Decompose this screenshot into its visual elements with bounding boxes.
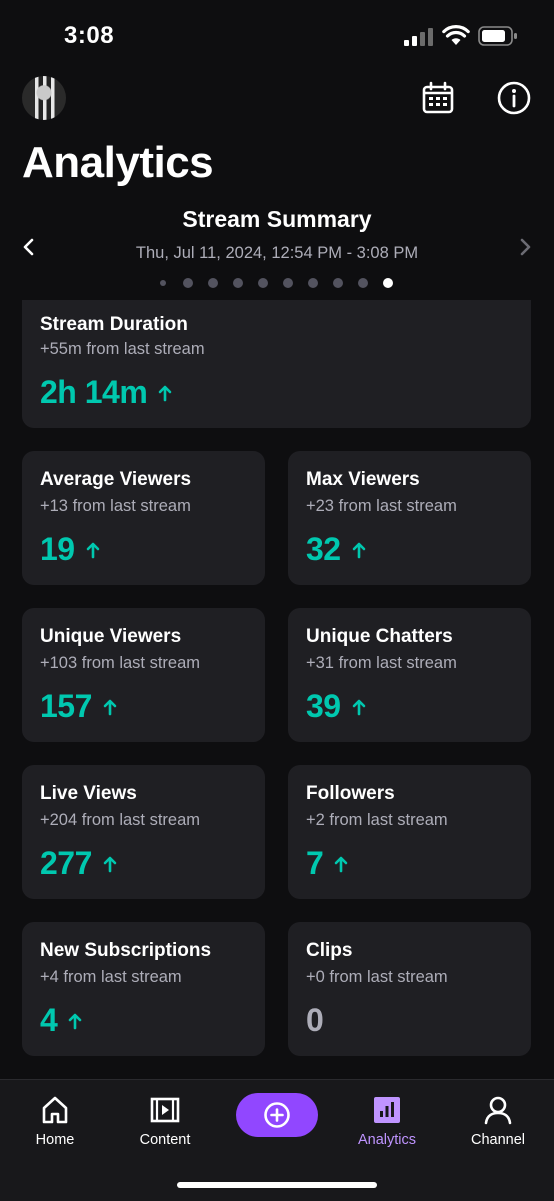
- card-subtitle: +4 from last stream: [40, 968, 182, 986]
- card-value: 0: [306, 1002, 324, 1039]
- nav-channel[interactable]: Channel: [448, 1094, 548, 1148]
- nav-label: Content: [139, 1132, 191, 1148]
- nav-analytics[interactable]: Analytics: [337, 1094, 437, 1148]
- page-dot[interactable]: [283, 278, 293, 288]
- status-time: 3:08: [64, 22, 115, 49]
- average-viewers-card: Average Viewers +13 from last stream 19: [22, 451, 265, 585]
- unique-chatters-card: Unique Chatters +31 from last stream 39: [288, 608, 531, 742]
- card-subtitle: +204 from last stream: [40, 811, 201, 829]
- calendar-icon[interactable]: [420, 80, 456, 116]
- page-title: Analytics: [22, 138, 214, 187]
- value-number: 277: [40, 845, 92, 881]
- page-dot[interactable]: [233, 278, 243, 288]
- plus-circle-icon: [264, 1102, 290, 1128]
- arrow-up-icon: [103, 699, 117, 715]
- signal-icon: [404, 28, 433, 46]
- info-icon[interactable]: [496, 80, 532, 116]
- card-subtitle: +31 from last stream: [306, 654, 457, 672]
- arrow-up-icon: [158, 385, 172, 401]
- chevron-left-icon[interactable]: [18, 234, 40, 260]
- avatar[interactable]: [22, 76, 66, 120]
- arrow-up-icon: [103, 856, 117, 872]
- card-subtitle: +2 from last stream: [306, 811, 448, 829]
- unique-viewers-card: Unique Viewers +103 from last stream 157: [22, 608, 265, 742]
- nav-label: Analytics: [357, 1132, 417, 1148]
- nav-home[interactable]: Home: [5, 1094, 105, 1148]
- value-number: 2h 14m: [40, 374, 148, 410]
- home-indicator[interactable]: [177, 1182, 377, 1188]
- summary-title: Stream Summary: [182, 206, 372, 232]
- card-title: Stream Duration: [40, 314, 188, 335]
- value-number: 0: [306, 1002, 324, 1038]
- stream-duration-card: Stream Duration +55m from last stream 2h…: [22, 300, 531, 428]
- value-number: 32: [306, 531, 341, 567]
- card-title: Unique Chatters: [306, 626, 453, 647]
- page-dot[interactable]: [308, 278, 318, 288]
- card-title: Max Viewers: [306, 469, 420, 490]
- card-title: Followers: [306, 783, 395, 804]
- card-value: 2h 14m: [40, 374, 173, 411]
- page-dot[interactable]: [258, 278, 268, 288]
- card-subtitle: +0 from last stream: [306, 968, 448, 986]
- arrow-up-icon: [334, 856, 348, 872]
- value-number: 19: [40, 531, 75, 567]
- page-dot[interactable]: [208, 278, 218, 288]
- content-icon: [150, 1097, 180, 1123]
- card-subtitle: +23 from last stream: [306, 497, 457, 515]
- battery-icon: [478, 26, 517, 46]
- arrow-up-icon: [352, 542, 365, 558]
- card-value: 7: [306, 845, 349, 882]
- page-indicator[interactable]: [158, 276, 408, 290]
- value-number: 7: [306, 845, 324, 881]
- card-subtitle: +103 from last stream: [40, 654, 201, 672]
- max-viewers-card: Max Viewers +23 from last stream 32: [288, 451, 531, 585]
- card-title: Average Viewers: [40, 469, 192, 490]
- arrow-up-icon: [352, 699, 365, 715]
- page-dot-active[interactable]: [383, 278, 393, 288]
- card-value: 157: [40, 688, 118, 725]
- arrow-up-icon: [68, 1013, 82, 1029]
- nav-content[interactable]: Content: [115, 1094, 215, 1148]
- new-subscriptions-card: New Subscriptions +4 from last stream 4: [22, 922, 265, 1056]
- card-title: Unique Viewers: [40, 626, 182, 647]
- card-subtitle: +13 from last stream: [40, 497, 191, 515]
- clips-card: Clips +0 from last stream 0: [288, 922, 531, 1056]
- create-button[interactable]: [236, 1093, 318, 1137]
- value-number: 157: [40, 688, 92, 724]
- live-views-card: Live Views +204 from last stream 277: [22, 765, 265, 899]
- home-icon: [42, 1096, 68, 1124]
- page-dot[interactable]: [160, 280, 166, 286]
- nav-label: Channel: [470, 1132, 525, 1148]
- card-value: 277: [40, 845, 118, 882]
- card-value: 4: [40, 1002, 83, 1039]
- arrow-up-icon: [86, 542, 99, 558]
- channel-icon: [484, 1096, 512, 1125]
- card-value: 19: [40, 531, 101, 568]
- card-subtitle: +55m from last stream: [40, 340, 205, 358]
- nav-label: Home: [35, 1132, 75, 1148]
- card-value: 32: [306, 531, 367, 568]
- followers-card: Followers +2 from last stream 7: [288, 765, 531, 899]
- page-dot[interactable]: [358, 278, 368, 288]
- analytics-icon: [374, 1097, 400, 1123]
- wifi-icon: [442, 25, 470, 45]
- value-number: 4: [40, 1002, 58, 1038]
- page-dot[interactable]: [183, 278, 193, 288]
- summary-date: Thu, Jul 11, 2024, 12:54 PM - 3:08 PM: [135, 244, 419, 262]
- card-title: Live Views: [40, 783, 137, 804]
- page-dot[interactable]: [333, 278, 343, 288]
- chevron-right-icon[interactable]: [514, 234, 536, 260]
- card-value: 39: [306, 688, 367, 725]
- card-title: New Subscriptions: [40, 940, 212, 961]
- card-title: Clips: [306, 940, 353, 961]
- status-bar: 3:08: [0, 0, 554, 74]
- value-number: 39: [306, 688, 341, 724]
